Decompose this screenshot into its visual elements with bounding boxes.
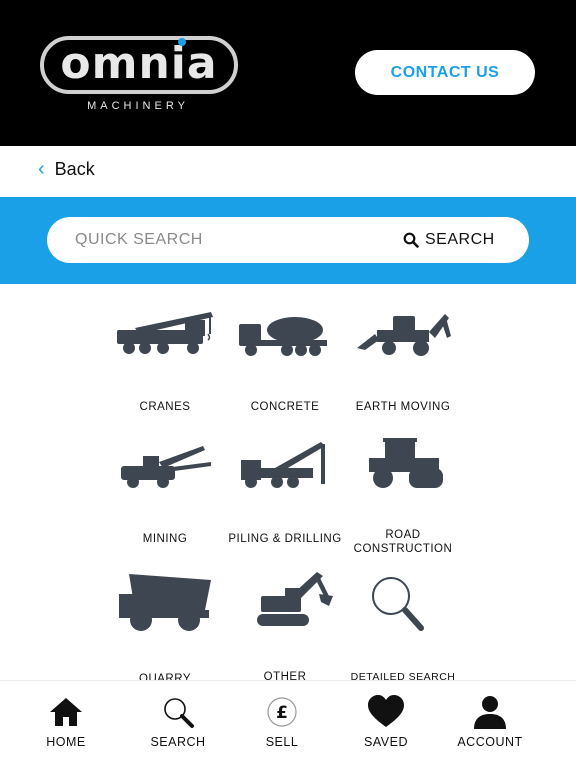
road-roller-icon [369,438,443,488]
piling-rig-icon [241,442,325,488]
category-piling-drilling[interactable]: PILING & DRILLING [220,440,350,546]
category-label: EARTH MOVING [355,401,451,413]
category-road-construction[interactable]: ROAD CONSTRUCTION [338,436,468,556]
category-earth-moving[interactable]: EARTH MOVING [338,308,468,414]
nav-account[interactable]: ACCOUNT [440,681,540,768]
category-cranes[interactable]: CRANES [100,308,230,414]
magnifier-icon [372,577,424,631]
backhoe-loader-icon [357,314,451,356]
category-label: CRANES [139,401,191,413]
nav-label: SAVED [364,735,408,749]
home-icon [50,698,82,726]
category-mining[interactable]: MINING [100,440,230,546]
search-icon [403,232,419,248]
chevron-left-icon: ‹ [38,158,45,180]
mining-drill-rig-icon [121,446,211,488]
search-box: SEARCH [47,217,529,263]
nav-label: SELL [265,735,299,749]
svg-text:£: £ [276,703,288,723]
concrete-mixer-icon [239,317,327,356]
nav-sell[interactable]: £ SELL [232,681,332,768]
bottom-navigation: HOME SEARCH £ SELL SAVED ACCOUNT [0,680,576,768]
dump-truck-icon [119,574,211,631]
search-button-label: SEARCH [425,231,495,248]
search-icon [164,698,194,728]
contact-us-button[interactable]: CONTACT US [355,50,535,95]
logo-wordmark: omnia [40,36,238,94]
nav-label: HOME [46,735,86,749]
header: omnia MACHINERY CONTACT US [0,0,576,146]
nav-label: ACCOUNT [457,735,523,749]
logo-subtext: MACHINERY [87,100,189,112]
pound-icon: £ [267,697,297,727]
category-quarry[interactable]: QUARRY [100,570,230,686]
back-label: Back [54,158,95,179]
quick-search-input[interactable] [75,225,375,255]
search-band: SEARCH [0,197,576,284]
category-label: ROAD CONSTRUCTION [353,529,453,555]
omnia-logo[interactable]: omnia MACHINERY [40,36,240,120]
nav-label: SEARCH [150,735,206,749]
excavator-icon [257,572,333,626]
search-button[interactable]: SEARCH [403,225,495,255]
category-other[interactable]: OTHER [220,570,350,684]
category-grid: CRANES CONCRETE EARTH MOVING MINING PILI… [0,290,576,685]
logo-dot [178,38,186,46]
crane-icon [117,312,213,354]
category-label: MINING [142,533,188,545]
category-detailed-search[interactable]: DETAILED SEARCH [338,572,468,684]
nav-search[interactable]: SEARCH [128,681,228,768]
category-concrete[interactable]: CONCRETE [220,308,350,414]
nav-home[interactable]: HOME [16,681,116,768]
category-label: CONCRETE [250,401,320,413]
heart-icon [368,695,404,727]
user-icon [474,696,506,729]
category-label: PILING & DRILLING [228,533,342,545]
nav-saved[interactable]: SAVED [336,681,436,768]
back-button[interactable]: ‹ Back [38,156,95,182]
